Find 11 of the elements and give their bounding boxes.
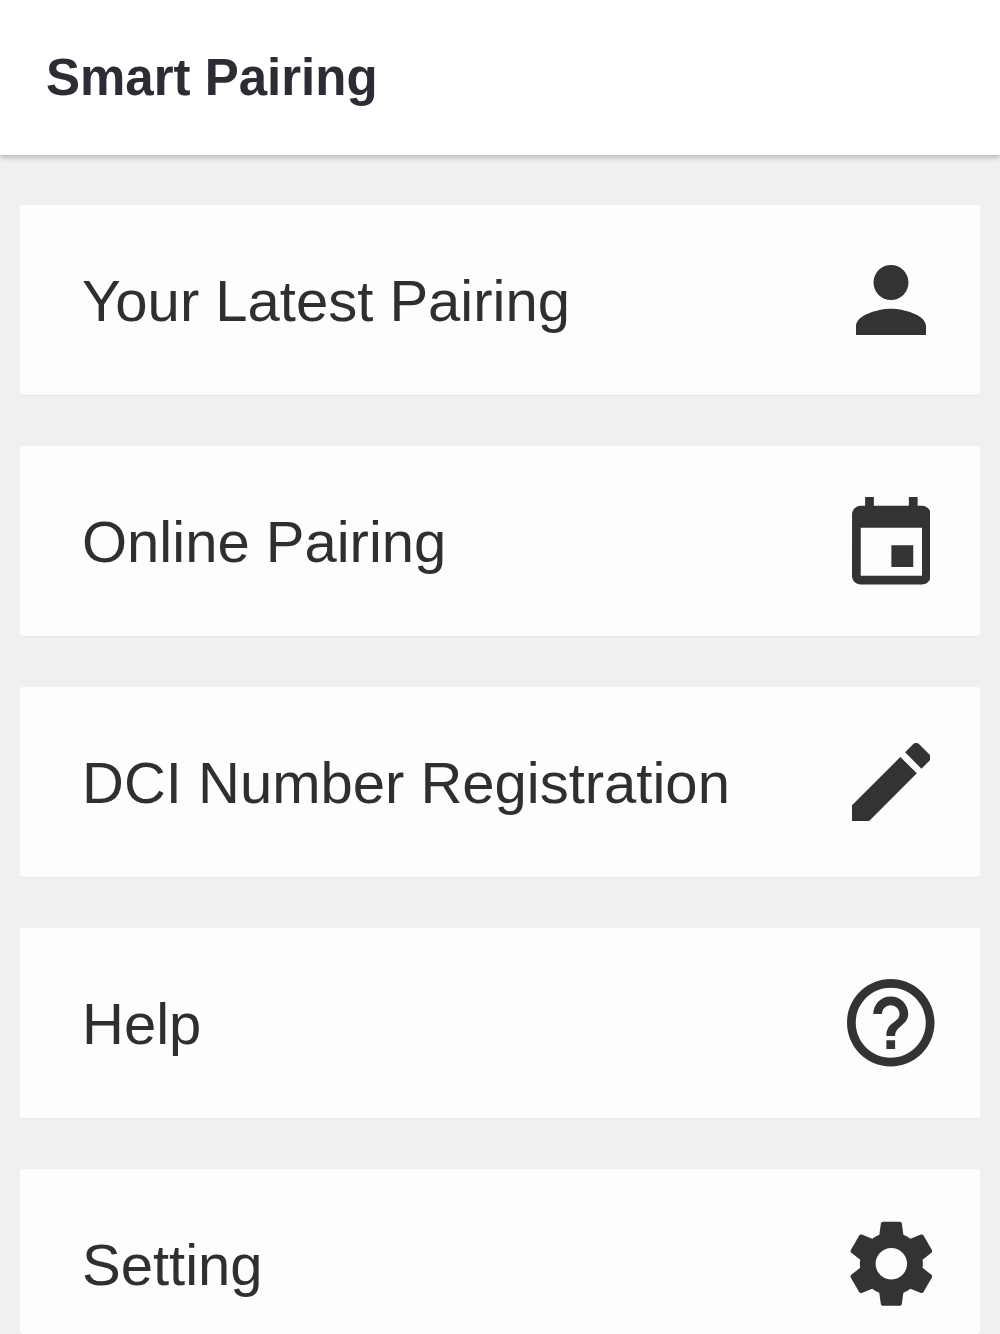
person-icon bbox=[856, 265, 926, 335]
menu-item[interactable]: Setting bbox=[20, 1169, 980, 1334]
pencil-icon bbox=[851, 742, 931, 822]
menu-item[interactable]: DCI Number Registration bbox=[20, 687, 980, 877]
calendar-icon bbox=[851, 497, 931, 585]
page-title: Smart Pairing bbox=[46, 48, 378, 107]
settings-icon bbox=[849, 1220, 933, 1308]
menu-item[interactable]: Your Latest Pairing bbox=[20, 205, 980, 395]
menu-item[interactable]: Online Pairing bbox=[20, 446, 980, 636]
help-icon bbox=[847, 979, 935, 1067]
menu-item[interactable]: Help bbox=[20, 928, 980, 1118]
